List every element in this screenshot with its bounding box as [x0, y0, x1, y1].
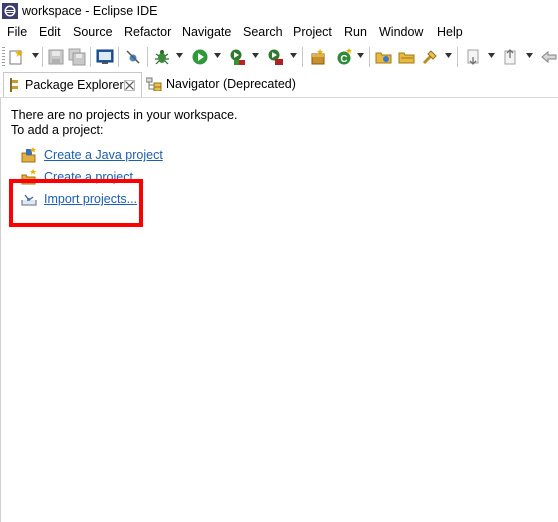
tab-label: Navigator (Deprecated) — [166, 77, 296, 91]
annotation-previous-dropdown-icon[interactable] — [526, 53, 533, 58]
open-type-icon[interactable] — [375, 48, 393, 66]
eclipse-icon — [2, 3, 18, 19]
menu-file[interactable]: File — [7, 25, 27, 39]
toolbar-separator — [90, 47, 91, 67]
toolbar-grip[interactable] — [2, 47, 5, 67]
run-dropdown-icon[interactable] — [214, 53, 221, 58]
open-task-icon[interactable] — [398, 48, 416, 66]
toolbar-separator — [42, 47, 43, 67]
add-project-message: To add a project: — [11, 123, 104, 137]
run-icon[interactable] — [191, 48, 209, 66]
link-label[interactable]: Create a Java project — [44, 148, 163, 162]
external-tools-dropdown-icon[interactable] — [290, 53, 297, 58]
annotation-next-icon[interactable] — [465, 48, 483, 66]
new-class-dropdown-icon[interactable] — [357, 53, 364, 58]
new-dropdown-icon[interactable] — [32, 53, 39, 58]
save-icon[interactable] — [47, 48, 65, 66]
menu-refactor[interactable]: Refactor — [124, 25, 171, 39]
empty-workspace-message: There are no projects in your workspace. — [11, 108, 238, 122]
coverage-dropdown-icon[interactable] — [252, 53, 259, 58]
highlight-annotation-box — [9, 179, 143, 227]
external-tools-icon[interactable] — [266, 48, 284, 66]
new-java-project-icon — [21, 147, 37, 163]
svg-text:C: C — [340, 54, 347, 65]
toolbar-separator — [302, 47, 303, 67]
title-bar: workspace - Eclipse IDE — [0, 0, 558, 22]
search-icon[interactable] — [421, 48, 439, 66]
menu-window[interactable]: Window — [379, 25, 423, 39]
menu-edit[interactable]: Edit — [39, 25, 61, 39]
new-icon[interactable] — [8, 48, 26, 66]
menu-navigate[interactable]: Navigate — [182, 25, 231, 39]
tab-label: Package Explorer — [25, 78, 124, 92]
menu-help[interactable]: Help — [437, 25, 463, 39]
toolbar-separator — [118, 47, 119, 67]
package-explorer-view: There are no projects in your workspace.… — [0, 98, 558, 522]
menu-source[interactable]: Source — [73, 25, 113, 39]
menu-run[interactable]: Run — [344, 25, 367, 39]
toolbar-separator — [147, 47, 148, 67]
debug-icon[interactable] — [153, 48, 171, 66]
view-tab-bar: Package Explorer Navigator (Deprecated) — [0, 72, 558, 98]
coverage-icon[interactable] — [228, 48, 246, 66]
search-dropdown-icon[interactable] — [445, 53, 452, 58]
terminal-icon[interactable] — [96, 48, 114, 66]
new-class-icon[interactable]: C — [335, 48, 353, 66]
menu-bar: File Edit Source Refactor Navigate Searc… — [0, 22, 558, 42]
menu-search[interactable]: Search — [243, 25, 283, 39]
new-package-icon[interactable] — [309, 48, 327, 66]
package-explorer-icon — [9, 78, 21, 92]
tab-navigator[interactable]: Navigator (Deprecated) — [144, 72, 304, 97]
annotation-previous-icon[interactable] — [502, 48, 520, 66]
menu-project[interactable]: Project — [293, 25, 332, 39]
save-all-icon[interactable] — [68, 48, 86, 66]
close-icon[interactable] — [124, 80, 135, 91]
main-toolbar: C — [0, 42, 558, 72]
tab-package-explorer[interactable]: Package Explorer — [3, 72, 142, 97]
navigator-icon — [145, 77, 162, 92]
debug-dropdown-icon[interactable] — [176, 53, 183, 58]
back-icon[interactable] — [540, 48, 558, 66]
skip-breakpoints-icon[interactable] — [124, 48, 142, 66]
toolbar-separator — [457, 47, 458, 67]
annotation-next-dropdown-icon[interactable] — [488, 53, 495, 58]
window-title: workspace - Eclipse IDE — [22, 4, 158, 18]
toolbar-separator — [369, 47, 370, 67]
